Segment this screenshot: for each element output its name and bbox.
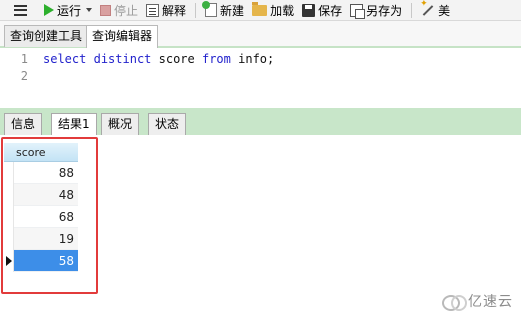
stop-button[interactable]: 停止 bbox=[96, 0, 142, 21]
yisu-cloud-logo-icon bbox=[442, 293, 467, 311]
tab-result-1[interactable]: 结果1 bbox=[51, 113, 97, 136]
play-icon bbox=[44, 4, 54, 16]
query-window: 运行 停止 解释 新建 加载 保存 另存为 ✦ 美 查询创建工具 查询编辑器 1… bbox=[0, 0, 521, 317]
tab-query-editor[interactable]: 查询编辑器 bbox=[86, 25, 159, 48]
line-number: 1 bbox=[20, 52, 28, 66]
explain-button[interactable]: 解释 bbox=[142, 0, 190, 21]
editor-tab-bar: 查询创建工具 查询编辑器 bbox=[0, 21, 521, 48]
keyword-select: select bbox=[43, 52, 87, 66]
code-line[interactable]: select distinct score from info; bbox=[43, 52, 274, 66]
load-label: 加载 bbox=[270, 3, 295, 18]
run-dropdown-chevron-icon[interactable] bbox=[86, 8, 93, 12]
column-identifier: score bbox=[158, 52, 195, 66]
watermark-text: 亿速云 bbox=[468, 294, 513, 310]
save-as-icon bbox=[350, 3, 366, 19]
save-as-label: 另存为 bbox=[366, 3, 403, 18]
new-file-icon bbox=[202, 1, 218, 17]
tab-query-builder[interactable]: 查询创建工具 bbox=[4, 25, 89, 47]
save-label: 保存 bbox=[318, 3, 343, 18]
keyword-distinct: distinct bbox=[93, 52, 152, 66]
save-icon bbox=[302, 3, 316, 17]
beautify-label: 美 bbox=[438, 3, 451, 18]
beautify-button[interactable]: 美 bbox=[417, 0, 454, 21]
folder-icon bbox=[252, 1, 268, 16]
tab-overview[interactable]: 概况 bbox=[101, 113, 140, 135]
hamburger-icon bbox=[13, 4, 27, 16]
sql-editor[interactable]: 1 2 select distinct score from info; bbox=[0, 48, 521, 108]
result-tab-bar: 信息 结果1 概况 状态 bbox=[0, 108, 521, 136]
tab-status[interactable]: 状态 bbox=[148, 113, 187, 135]
highlight-box bbox=[1, 137, 98, 294]
stop-icon bbox=[100, 4, 112, 16]
watermark: 亿速云 bbox=[442, 291, 513, 311]
stop-label: 停止 bbox=[114, 3, 139, 18]
magic-wand-icon bbox=[420, 0, 435, 17]
toolbar: 运行 停止 解释 新建 加载 保存 另存为 ✦ 美 bbox=[0, 0, 521, 21]
toolbar-divider bbox=[195, 2, 197, 18]
line-number: 2 bbox=[20, 69, 28, 83]
save-button[interactable]: 保存 bbox=[298, 0, 346, 21]
load-button[interactable]: 加载 bbox=[248, 0, 298, 21]
save-as-button[interactable]: 另存为 bbox=[346, 0, 406, 21]
run-button[interactable]: 运行 bbox=[40, 0, 96, 21]
table-identifier: info; bbox=[238, 52, 275, 66]
keyword-from: from bbox=[201, 52, 231, 66]
run-label: 运行 bbox=[57, 3, 82, 18]
explain-label: 解释 bbox=[162, 3, 187, 18]
new-label: 新建 bbox=[220, 3, 245, 18]
explain-icon bbox=[146, 3, 160, 17]
line-number-gutter: 1 2 bbox=[0, 48, 36, 108]
tab-info[interactable]: 信息 bbox=[4, 113, 43, 135]
new-button[interactable]: 新建 bbox=[201, 0, 248, 21]
toolbar-divider bbox=[411, 2, 413, 18]
menu-button[interactable] bbox=[0, 0, 40, 21]
